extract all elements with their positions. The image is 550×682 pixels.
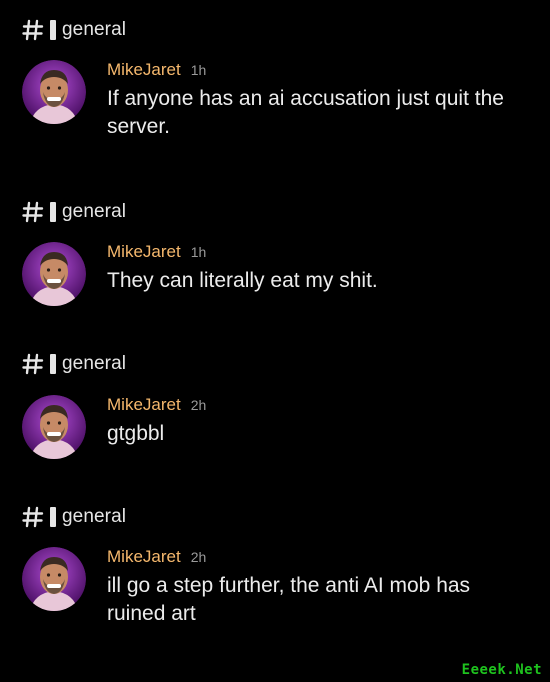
- text-channel-hash-icon: [22, 19, 44, 41]
- text-channel-hash-icon: [22, 353, 44, 375]
- username[interactable]: MikeJaret: [107, 242, 181, 262]
- avatar[interactable]: [22, 242, 86, 306]
- channel-header[interactable]: general: [22, 15, 126, 45]
- avatar[interactable]: [22, 60, 86, 124]
- thread-bar-icon: [50, 507, 56, 527]
- username[interactable]: MikeJaret: [107, 395, 181, 415]
- text-channel-hash-icon: [22, 201, 44, 223]
- message-header: MikeJaret 2h: [107, 547, 206, 569]
- channel-name[interactable]: general: [62, 353, 126, 375]
- channel-header[interactable]: general: [22, 349, 126, 379]
- timestamp: 1h: [190, 244, 207, 260]
- channel-header[interactable]: general: [22, 502, 126, 532]
- text-channel-hash-icon: [22, 506, 44, 528]
- timestamp: 2h: [190, 397, 207, 413]
- channel-name[interactable]: general: [62, 201, 126, 223]
- timestamp: 1h: [190, 62, 207, 78]
- message-text: They can literally eat my shit.: [107, 269, 378, 292]
- thread-bar-icon: [50, 354, 56, 374]
- thread-bar-icon: [50, 20, 56, 40]
- avatar[interactable]: [22, 395, 86, 459]
- message-text: gtgbbl: [107, 422, 165, 445]
- channel-header[interactable]: general: [22, 197, 126, 227]
- avatar[interactable]: [22, 547, 86, 611]
- message-text: ill go a step further, the anti AI mob h…: [107, 574, 471, 625]
- message-header: MikeJaret 2h: [107, 395, 206, 417]
- message-text: If anyone has an ai accusation just quit…: [107, 87, 504, 138]
- username[interactable]: MikeJaret: [107, 60, 181, 80]
- username[interactable]: MikeJaret: [107, 547, 181, 567]
- timestamp: 2h: [190, 549, 207, 565]
- message-header: MikeJaret 1h: [107, 60, 206, 82]
- thread-bar-icon: [50, 202, 56, 222]
- message-header: MikeJaret 1h: [107, 242, 206, 264]
- channel-name[interactable]: general: [62, 506, 126, 528]
- channel-name[interactable]: general: [62, 19, 126, 41]
- watermark: Eeeek.Net: [461, 662, 542, 678]
